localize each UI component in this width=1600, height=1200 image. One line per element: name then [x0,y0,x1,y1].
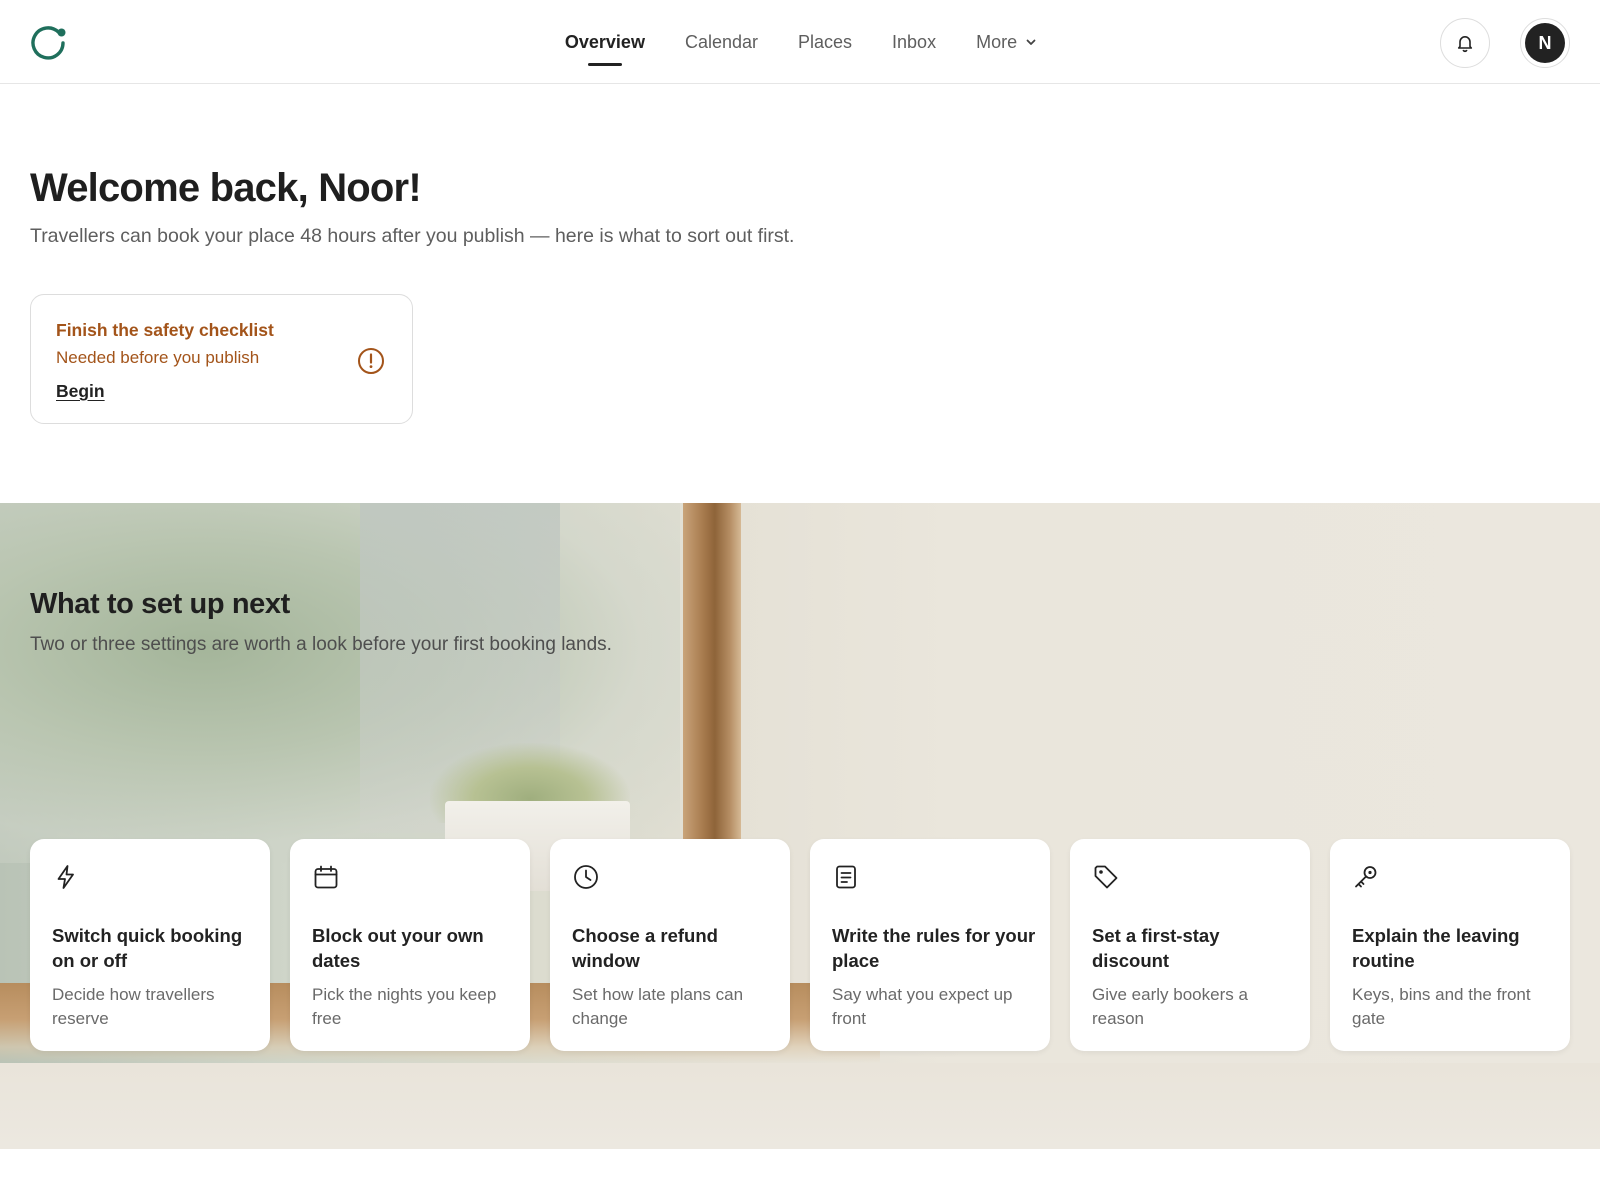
exclamation-circle-icon [358,348,384,374]
background-floor [0,1063,1600,1149]
card-desc: Say what you expect up front [832,985,1013,1028]
card-desc: Keys, bins and the front gate [1352,985,1531,1028]
setup-card-house-rules[interactable]: Write the rules for your place Say what … [810,839,1050,1051]
background-wooden-post [683,503,741,843]
nav-more-label: More [976,31,1018,52]
task-title: Finish the safety checklist [56,320,274,340]
nav-places[interactable]: Places [798,0,852,84]
nav-places-label: Places [798,31,853,52]
card-title: Explain the leaving routine [1352,925,1520,971]
setup-card-checkout-routine[interactable]: Explain the leaving routine Keys, bins a… [1330,839,1570,1051]
setup-card-refund-window[interactable]: Choose a refund window Set how late plan… [550,839,790,1051]
page-title: Welcome back, Noor! [30,166,422,210]
bell-icon [1457,36,1473,53]
document-icon [836,865,856,889]
card-title: Block out your own dates [312,925,484,971]
nav-inbox-label: Inbox [892,31,937,52]
setup-card-block-dates[interactable]: Block out your own dates Pick the nights… [290,839,530,1051]
setup-card-quick-booking[interactable]: Switch quick booking on or off Decide ho… [30,839,270,1051]
setup-cards: Switch quick booking on or off Decide ho… [30,839,1570,1051]
setup-title: What to set up next [30,588,290,620]
setup-card-discount[interactable]: Set a first-stay discount Give early boo… [1070,839,1310,1051]
safety-checklist-card[interactable]: Finish the safety checklist Needed befor… [30,294,413,424]
clock-icon [574,865,598,889]
card-desc: Decide how travellers reserve [52,985,215,1028]
task-subtitle: Needed before you publish [56,348,260,367]
card-title: Set a first-stay discount [1092,925,1220,971]
nav-overview-label: Overview [564,31,645,52]
card-desc: Pick the nights you keep free [312,985,497,1028]
nav-more[interactable]: More [976,0,1037,84]
profile-avatar-button[interactable]: N [1520,18,1570,68]
card-title: Write the rules for your place [832,925,1036,971]
main-nav: Overview Calendar Places Inbox More [0,0,1600,84]
nav-calendar[interactable]: Calendar [685,0,758,84]
begin-link[interactable]: Begin [56,381,105,402]
card-desc: Set how late plans can change [572,985,744,1028]
setup-section: What to set up next Two or three setting… [0,503,1600,1149]
setup-subtitle: Two or three settings are worth a look b… [30,634,612,655]
top-header: Overview Calendar Places Inbox More N [0,0,1600,84]
card-title: Switch quick booking on or off [52,925,243,971]
key-icon [1355,866,1377,888]
card-desc: Give early bookers a reason [1092,985,1248,1028]
chevron-down-icon [1026,39,1036,45]
avatar: N [1525,23,1565,63]
nav-inbox[interactable]: Inbox [892,0,936,84]
calendar-icon [314,865,338,889]
page-subtitle: Travellers can book your place 48 hours … [30,225,795,247]
tag-icon [1094,865,1118,889]
nav-overview[interactable]: Overview [565,0,645,84]
card-title: Choose a refund window [572,925,718,971]
nav-calendar-label: Calendar [684,31,758,52]
notifications-button[interactable] [1440,18,1490,68]
lightning-icon [57,865,74,889]
